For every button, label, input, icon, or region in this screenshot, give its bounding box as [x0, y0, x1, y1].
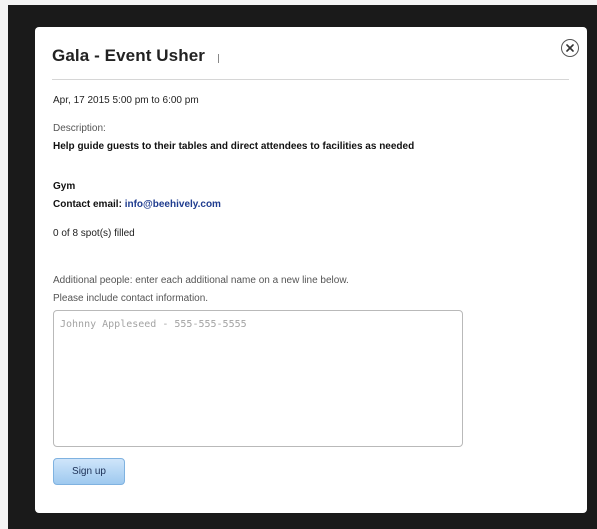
contact-info-instructions: Please include contact information.	[53, 293, 209, 304]
description-text: Help guide guests to their tables and di…	[53, 141, 415, 152]
event-datetime: Apr, 17 2015 5:00 pm to 6:00 pm	[53, 95, 199, 106]
additional-people-textarea[interactable]	[53, 310, 463, 447]
contact-row: Contact email: info@beehively.com	[53, 199, 221, 210]
close-icon	[566, 44, 574, 52]
description-label: Description:	[53, 123, 106, 134]
additional-people-instructions: Additional people: enter each additional…	[53, 275, 349, 286]
modal-title: Gala - Event Usher	[52, 46, 205, 65]
close-button[interactable]	[561, 39, 579, 57]
contact-label: Contact email:	[53, 199, 122, 210]
location-text: Gym	[53, 181, 76, 192]
sign-up-button[interactable]: Sign up	[53, 458, 125, 485]
title-row: Gala - Event Usher	[52, 46, 219, 66]
title-separator	[217, 53, 219, 63]
dialog-backdrop: Gala - Event Usher Apr, 17 2015 5:00 pm …	[8, 5, 597, 529]
spots-filled: 0 of 8 spot(s) filled	[53, 228, 135, 239]
event-signup-modal: Gala - Event Usher Apr, 17 2015 5:00 pm …	[35, 27, 587, 513]
contact-email-link[interactable]: info@beehively.com	[125, 199, 221, 210]
title-divider	[52, 79, 569, 80]
